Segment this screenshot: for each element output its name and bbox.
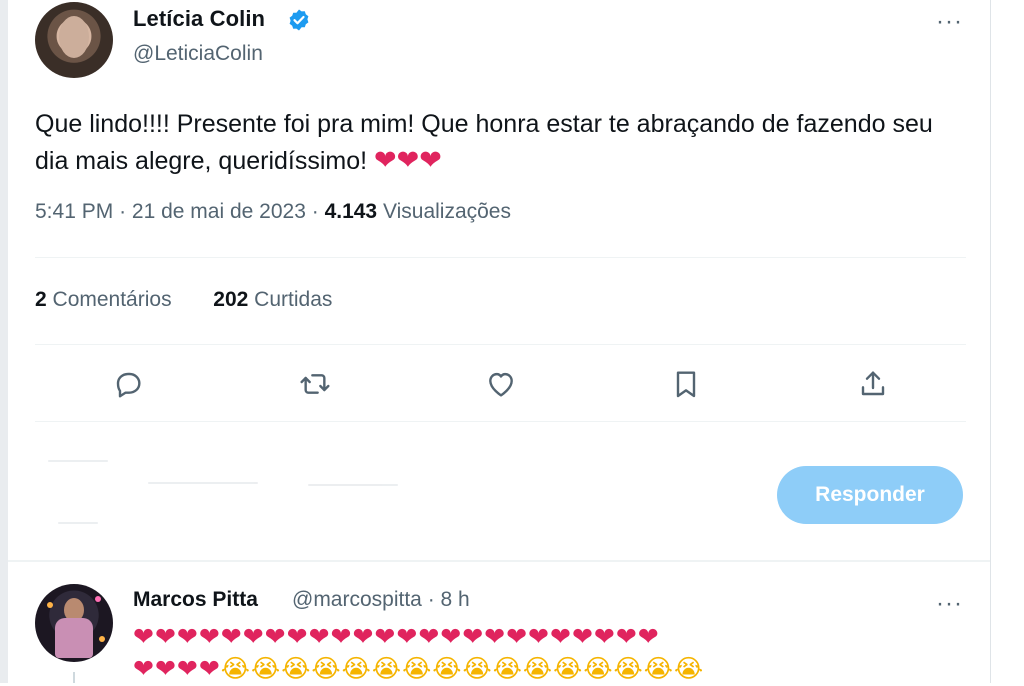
reply-icon bbox=[116, 372, 141, 398]
tweet-time[interactable]: 5:41 PM bbox=[35, 200, 113, 223]
divider bbox=[35, 257, 966, 258]
section-separator bbox=[8, 560, 990, 562]
meta-separator: · bbox=[119, 200, 127, 223]
divider bbox=[35, 421, 966, 422]
retweet-icon bbox=[300, 374, 330, 394]
thread-line bbox=[73, 672, 75, 683]
responder-button[interactable]: Responder bbox=[777, 466, 963, 524]
reply-button[interactable] bbox=[110, 366, 146, 402]
comments-count: 2 bbox=[35, 288, 47, 311]
engagement-stats: 2 Comentários 202 Curtidas bbox=[35, 288, 332, 312]
reply-more-options-icon[interactable]: ··· bbox=[936, 590, 963, 618]
tweet-hearts: ❤❤❤ bbox=[374, 145, 442, 175]
bookmark-icon bbox=[676, 371, 696, 398]
reply-crying-emojis: 😭😭😭😭😭😭😭😭😭😭😭😭😭😭😭😭 bbox=[220, 655, 705, 683]
author-avatar[interactable] bbox=[35, 2, 113, 78]
likes-label: Curtidas bbox=[254, 288, 333, 311]
bookmark-button[interactable] bbox=[668, 366, 704, 402]
like-icon bbox=[489, 372, 513, 397]
views-count: 4.143 bbox=[324, 200, 378, 223]
author-handle[interactable]: @LeticiaColin bbox=[133, 42, 263, 66]
tweet-meta: 5:41 PM · 21 de mai de 2023 · 4.143 Visu… bbox=[35, 200, 511, 224]
reply-handle-time[interactable]: @marcospitta · 8 h bbox=[292, 588, 470, 612]
column-right-border bbox=[990, 0, 991, 683]
comments-stat[interactable]: 2 Comentários bbox=[35, 288, 177, 311]
reply-hearts: ❤❤❤❤ bbox=[133, 655, 221, 683]
reply-composer-input[interactable] bbox=[48, 452, 528, 532]
reply-author-name[interactable]: Marcos Pitta bbox=[133, 588, 258, 612]
more-options-icon[interactable]: ··· bbox=[936, 8, 963, 36]
likes-stat[interactable]: 202 Curtidas bbox=[213, 288, 332, 311]
likes-count: 202 bbox=[213, 288, 249, 311]
reply-text-line-2: ❤❤❤❤😭😭😭😭😭😭😭😭😭😭😭😭😭😭😭😭 bbox=[133, 652, 704, 686]
tweet-date[interactable]: 21 de mai de 2023 bbox=[132, 200, 306, 223]
share-icon bbox=[861, 371, 885, 396]
verified-badge-icon bbox=[289, 9, 309, 31]
comments-label: Comentários bbox=[52, 288, 172, 311]
reply-text-line-1: ❤❤❤❤❤❤❤❤❤❤❤❤❤❤❤❤❤❤❤❤❤❤❤❤ bbox=[133, 623, 660, 651]
views-label: Visualizações bbox=[382, 200, 511, 223]
divider bbox=[35, 344, 966, 345]
author-name[interactable]: Letícia Colin bbox=[133, 6, 265, 32]
meta-separator: · bbox=[311, 200, 319, 223]
tweet-body: Que lindo!!!! Presente foi pra mim! Que … bbox=[35, 110, 933, 175]
window-left-edge bbox=[0, 0, 8, 683]
retweet-button[interactable] bbox=[297, 366, 333, 402]
reply-author-avatar[interactable] bbox=[35, 584, 113, 662]
like-button[interactable] bbox=[483, 366, 519, 402]
share-button[interactable] bbox=[855, 366, 891, 402]
tweet-text: Que lindo!!!! Presente foi pra mim! Que … bbox=[35, 106, 935, 179]
